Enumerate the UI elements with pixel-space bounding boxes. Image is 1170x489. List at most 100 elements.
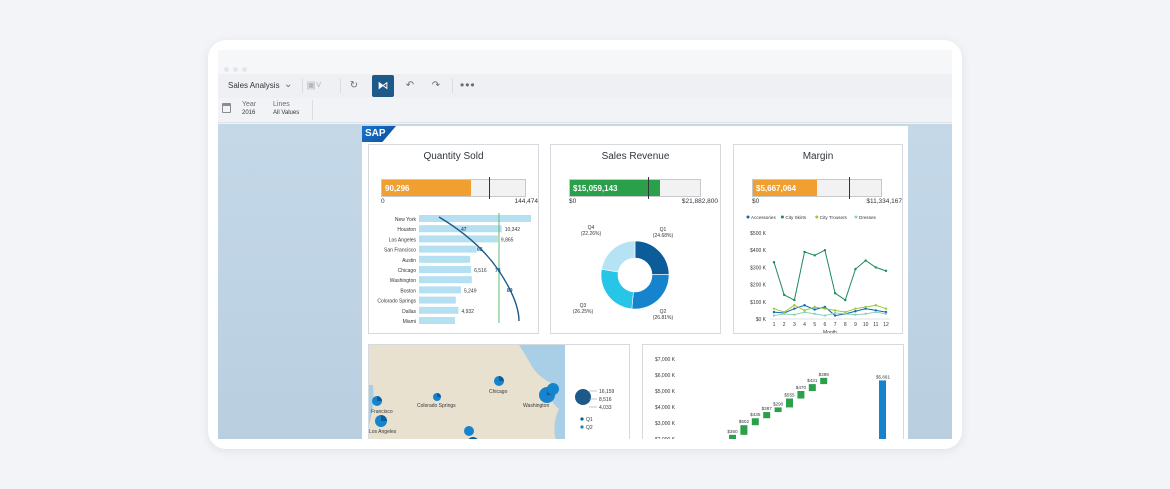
data-point bbox=[813, 254, 816, 257]
data-point bbox=[884, 312, 888, 316]
data-point bbox=[793, 298, 796, 302]
title-bar bbox=[218, 50, 952, 74]
window-dot[interactable] bbox=[233, 67, 238, 72]
bar bbox=[419, 245, 477, 253]
geo-map[interactable]: Francisco Los Angeles Colorado Springs Chic… bbox=[369, 345, 630, 439]
quantity-bar-chart[interactable]: New York Houston 10,342 Los Angeles 9,865 San… bbox=[369, 211, 539, 334]
x-tick-label: 10 bbox=[863, 322, 869, 328]
city-label: Colorado Springs bbox=[417, 403, 456, 409]
step-label: $387 bbox=[762, 406, 773, 411]
x-tick-label: 7 bbox=[834, 322, 837, 328]
data-point bbox=[793, 307, 796, 310]
map-card[interactable]: Francisco Los Angeles Colorado Springs Chic… bbox=[368, 344, 630, 439]
slice-label: (26.81%) bbox=[653, 315, 674, 321]
sales-revenue-card[interactable]: Sales Revenue $15,059,143 $0 $21,882,800… bbox=[550, 144, 721, 334]
app-window: Sales Analysis ⌄ ▣˅ ↻ ⧑ ↶ ↷ ••• Year 201… bbox=[218, 50, 952, 439]
y-tick-label: $7,000 K bbox=[655, 357, 676, 363]
category-label: Chicago bbox=[398, 268, 417, 274]
x-tick-label: 5 bbox=[813, 322, 816, 328]
y-tick-label: $100 K bbox=[750, 300, 767, 306]
bar bbox=[419, 306, 459, 314]
more-icon[interactable]: ••• bbox=[460, 78, 476, 92]
filter-bar: Year 2016 Lines All Values bbox=[218, 98, 952, 123]
waterfall-card[interactable]: $7,000 K $6,000 K $5,000 K $4,000 K $3,000 K… bbox=[642, 344, 904, 439]
line-label: 47 bbox=[461, 227, 467, 233]
data-point bbox=[823, 314, 827, 317]
filter-year-label: Year bbox=[242, 101, 257, 108]
data-point bbox=[874, 266, 878, 269]
revenue-donut-chart[interactable]: Q1(24.68%)Q2(26.81%)Q3(26.25%)Q4(22.26%) bbox=[551, 211, 721, 334]
category-label: Washington bbox=[390, 278, 416, 284]
bar bbox=[419, 286, 461, 294]
waterfall-chart[interactable]: $7,000 K $6,000 K $5,000 K $4,000 K $3,000 K… bbox=[643, 345, 904, 439]
data-point bbox=[854, 313, 857, 316]
category-label: Houston bbox=[397, 227, 416, 233]
data-point bbox=[884, 269, 888, 273]
filter-divider bbox=[312, 100, 313, 120]
story-title[interactable]: Sales Analysis bbox=[228, 81, 280, 90]
data-point bbox=[823, 249, 827, 252]
data-point bbox=[813, 312, 816, 316]
window-dot[interactable] bbox=[224, 67, 229, 72]
line-label: 89 bbox=[507, 288, 513, 294]
quantity-bullet[interactable]: 90,296 bbox=[381, 177, 526, 199]
data-point bbox=[854, 310, 857, 313]
data-point bbox=[793, 313, 796, 316]
data-point bbox=[782, 312, 786, 316]
redo-icon[interactable]: ↷ bbox=[428, 78, 444, 94]
margin-line-chart[interactable]: Accessories City Skirts City Trousers Dress… bbox=[734, 211, 903, 334]
pie-marker bbox=[464, 426, 474, 436]
pie-slice bbox=[600, 268, 634, 310]
data-point bbox=[782, 293, 786, 297]
x-tick-label: 1 bbox=[773, 322, 776, 328]
quantity-sold-card[interactable]: Quantity Sold 90,296 0 144,474 New York H… bbox=[368, 144, 539, 334]
margin-bullet[interactable]: $5,667,064 bbox=[752, 177, 882, 199]
refresh-icon[interactable]: ↻ bbox=[346, 78, 362, 94]
bullet-min: $0 bbox=[569, 198, 577, 205]
filter-button[interactable]: ⧑ bbox=[372, 75, 394, 97]
city-label: Washington bbox=[523, 403, 549, 409]
series-legend-label: Q1 bbox=[586, 417, 593, 423]
series-legend-marker bbox=[580, 425, 584, 429]
calendar-icon[interactable] bbox=[222, 103, 231, 113]
bullet-max: 144,474 bbox=[514, 198, 539, 205]
data-label: 6,516 bbox=[474, 268, 487, 274]
bar bbox=[419, 255, 471, 263]
step-label: $360 bbox=[727, 429, 738, 434]
save-icon[interactable]: ▣˅ bbox=[306, 78, 322, 94]
bar bbox=[419, 266, 472, 273]
bullet-value: 90,296 bbox=[385, 184, 410, 193]
series-line bbox=[773, 311, 887, 317]
data-point bbox=[833, 314, 837, 317]
line-label: 78 bbox=[495, 268, 501, 274]
x-tick-label: 11 bbox=[873, 322, 878, 328]
chevron-down-icon[interactable]: ⌄ bbox=[284, 79, 292, 90]
undo-icon[interactable]: ↶ bbox=[402, 78, 418, 94]
data-point bbox=[772, 261, 776, 264]
step-label: $602 bbox=[739, 419, 750, 424]
card-title: Sales Revenue bbox=[601, 151, 670, 162]
data-point bbox=[864, 305, 867, 309]
bullet-value: $15,059,143 bbox=[573, 184, 618, 193]
data-point bbox=[772, 307, 776, 310]
legend-bg bbox=[565, 345, 629, 439]
margin-card[interactable]: Margin $5,667,064 $0 $11,334,167 Accesso… bbox=[733, 144, 903, 334]
filter-lines-value[interactable]: All Values bbox=[273, 110, 299, 116]
data-label: 5,249 bbox=[464, 288, 477, 294]
sap-logo: SAP bbox=[362, 126, 396, 142]
revenue-bullet[interactable]: $15,059,143 bbox=[569, 177, 701, 199]
waterfall-bar bbox=[774, 407, 782, 413]
category-label: Los Angeles bbox=[389, 237, 417, 243]
filter-year-value[interactable]: 2016 bbox=[242, 110, 255, 116]
category-label: Miami bbox=[403, 319, 416, 325]
device-frame: Sales Analysis ⌄ ▣˅ ↻ ⧑ ↶ ↷ ••• Year 201… bbox=[208, 40, 962, 449]
bar bbox=[419, 215, 531, 222]
pie-slice bbox=[634, 240, 670, 275]
data-point bbox=[813, 305, 816, 309]
y-tick-label: $2,000 K bbox=[655, 437, 676, 439]
size-legend-label: 8,516 bbox=[599, 397, 612, 403]
size-legend-label: 16,159 bbox=[599, 389, 615, 395]
filter-lines-label: Lines bbox=[273, 101, 290, 108]
window-dot[interactable] bbox=[242, 67, 247, 72]
bar bbox=[419, 276, 472, 284]
